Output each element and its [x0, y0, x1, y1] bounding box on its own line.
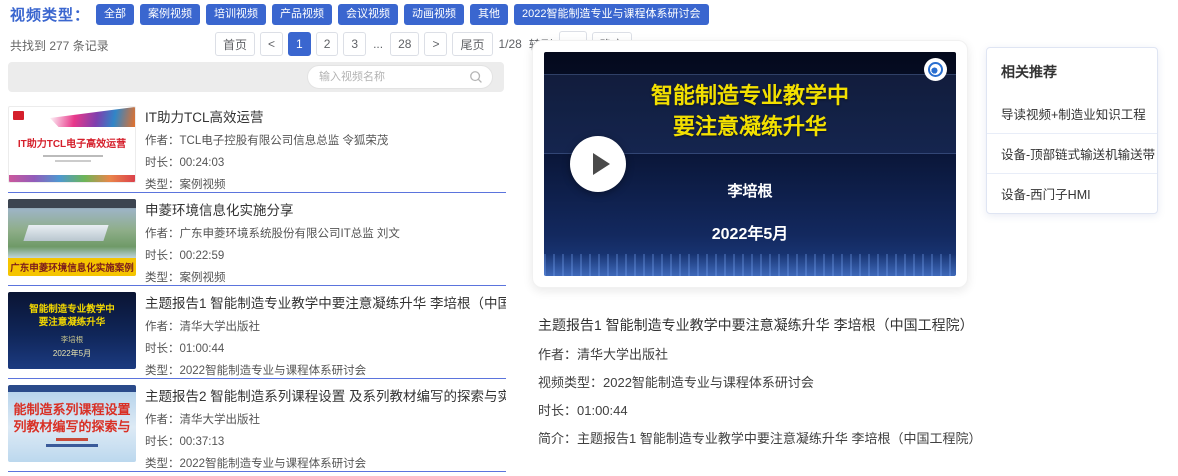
- thumbnail-title-text: IT助力TCL电子高效运营: [9, 135, 135, 150]
- thumbnail-subtext-bar: [46, 444, 98, 447]
- thumbnail-title-line1: 智能制造专业教学中: [8, 301, 136, 315]
- slide-logo-icon: [924, 58, 947, 81]
- video-type-filter-bar: 视频类型： 全部 案例视频 培训视频 产品视频 会议视频 动画视频 其他 202…: [10, 4, 709, 25]
- thumbnail-color-splash: [50, 107, 135, 127]
- pagination-page-1[interactable]: 1: [288, 32, 311, 56]
- thumbnail-subtext-bar: [55, 160, 91, 162]
- video-info: 申菱环境信息化实施分享 作者：广东申菱环境系统股份有限公司IT总监 刘文 时长：…: [145, 196, 506, 285]
- thumbnail-title-line2: 列教材编写的探索与: [8, 416, 136, 435]
- filter-other-button[interactable]: 其他: [470, 4, 508, 24]
- video-player-card: 智能制造专业教学中 要注意凝练升华 李培根 2022年5月: [532, 40, 968, 288]
- video-author: 作者：TCL电子控股有限公司信息总监 令狐荣茂: [145, 135, 506, 148]
- slide-date: 2022年5月: [544, 220, 956, 244]
- filter-2022-seminar-button[interactable]: 2022智能制造专业与课程体系研讨会: [514, 4, 708, 24]
- related-item-link[interactable]: 导读视频+制造业知识工程: [987, 94, 1157, 133]
- video-thumbnail[interactable]: 能制造系列课程设置 列教材编写的探索与: [8, 385, 136, 462]
- result-count: 共找到 277 条记录: [10, 37, 109, 54]
- filter-conference-video-button[interactable]: 会议视频: [338, 4, 398, 24]
- detail-author: 作者：清华大学出版社: [538, 344, 668, 363]
- pagination-prev-button[interactable]: <: [260, 32, 283, 56]
- detail-title: 主题报告1 智能制造专业教学中要注意凝练升华 李培根（中国工程院）: [538, 315, 974, 335]
- video-title-link[interactable]: 申菱环境信息化实施分享: [145, 199, 506, 219]
- thumbnail-banner-text: 广东申菱环境信息化实施案例: [10, 260, 134, 274]
- video-thumbnail[interactable]: 广东申菱环境信息化实施案例: [8, 199, 136, 276]
- video-thumbnail[interactable]: 智能制造专业教学中 要注意凝练升华 李培根 2022年5月: [8, 292, 136, 369]
- video-info: 主题报告1 智能制造专业教学中要注意凝练升华 李培根（中国工程院） 作者：清华大…: [145, 289, 506, 378]
- video-type-label: 视频类型：: [10, 4, 90, 25]
- detail-video-type: 视频类型：2022智能制造专业与课程体系研讨会: [538, 372, 814, 391]
- pagination-next-button[interactable]: >: [424, 32, 447, 56]
- pagination-first-button[interactable]: 首页: [215, 32, 255, 56]
- video-list-item: 能制造系列课程设置 列教材编写的探索与 主题报告2 智能制造系列课程设置 及系列…: [8, 382, 506, 474]
- pagination-page-28[interactable]: 28: [390, 32, 419, 56]
- list-divider: [8, 378, 506, 379]
- video-title-link[interactable]: 主题报告2 智能制造系列课程设置 及系列教材编写的探索与实践 吴...: [145, 385, 506, 405]
- video-duration: 时长：00:22:59: [145, 250, 506, 263]
- video-player[interactable]: 智能制造专业教学中 要注意凝练升华 李培根 2022年5月: [544, 52, 956, 276]
- video-duration: 时长：01:00:44: [145, 343, 506, 356]
- video-duration: 时长：00:37:13: [145, 436, 506, 449]
- video-list-item: 广东申菱环境信息化实施案例 申菱环境信息化实施分享 作者：广东申菱环境系统股份有…: [8, 196, 506, 288]
- tcl-logo-mark: [13, 111, 24, 120]
- video-info: 主题报告2 智能制造系列课程设置 及系列教材编写的探索与实践 吴... 作者：清…: [145, 382, 506, 471]
- video-duration: 时长：00:24:03: [145, 157, 506, 170]
- video-title-link[interactable]: IT助力TCL高效运营: [145, 106, 506, 126]
- filter-case-video-button[interactable]: 案例视频: [140, 4, 200, 24]
- thumbnail-date: 2022年5月: [8, 348, 136, 359]
- page: 视频类型： 全部 案例视频 培训视频 产品视频 会议视频 动画视频 其他 202…: [0, 0, 1178, 476]
- thumbnail-speaker: 李培根: [8, 334, 136, 345]
- search-input[interactable]: [317, 70, 469, 84]
- list-divider: [8, 471, 506, 472]
- thumbnail-subtext-bar: [43, 155, 103, 157]
- thumbnail-building-shape: [23, 225, 108, 241]
- list-divider: [8, 285, 506, 286]
- thumbnail-title-line2: 要注意凝练升华: [8, 314, 136, 328]
- search-icon[interactable]: [469, 70, 483, 84]
- video-info: IT助力TCL高效运营 作者：TCL电子控股有限公司信息总监 令狐荣茂 时长：0…: [145, 103, 506, 192]
- pagination-page-3[interactable]: 3: [343, 32, 366, 56]
- thumbnail-subtext-bar: [56, 438, 88, 441]
- video-thumbnail[interactable]: IT助力TCL电子高效运营: [8, 106, 136, 183]
- slide-title-line1: 智能制造专业教学中: [544, 80, 956, 111]
- video-type: 类型：2022智能制造专业与课程体系研讨会: [145, 458, 506, 471]
- video-author: 作者：广东申菱环境系统股份有限公司IT总监 刘文: [145, 228, 506, 241]
- video-author: 作者：清华大学出版社: [145, 321, 506, 334]
- filter-animation-video-button[interactable]: 动画视频: [404, 4, 464, 24]
- video-type: 类型：案例视频: [145, 179, 506, 192]
- slide-logo-emblem: [928, 62, 943, 77]
- pagination-ratio: 1/28: [498, 37, 523, 51]
- slide-title: 智能制造专业教学中 要注意凝练升华: [544, 80, 956, 142]
- video-list-item: IT助力TCL电子高效运营 IT助力TCL高效运营 作者：TCL电子控股有限公司…: [8, 103, 506, 195]
- video-list-item: 智能制造专业教学中 要注意凝练升华 李培根 2022年5月 主题报告1 智能制造…: [8, 289, 506, 381]
- search-toolbar: [8, 62, 504, 92]
- related-item-link[interactable]: 设备-西门子HMI: [987, 173, 1157, 213]
- thumbnail-color-strip: [9, 175, 135, 182]
- slide-floor-texture: [544, 254, 956, 276]
- filter-all-button[interactable]: 全部: [96, 4, 134, 24]
- related-item-link[interactable]: 设备-顶部链式输送机输送带: [987, 133, 1157, 173]
- pagination-page-2[interactable]: 2: [316, 32, 339, 56]
- filter-training-video-button[interactable]: 培训视频: [206, 4, 266, 24]
- play-icon: [593, 153, 610, 175]
- video-type: 类型：2022智能制造专业与课程体系研讨会: [145, 365, 506, 378]
- video-author: 作者：清华大学出版社: [145, 414, 506, 427]
- pagination-ellipsis: ...: [371, 32, 385, 56]
- play-button[interactable]: [570, 136, 626, 192]
- thumbnail-banner: 广东申菱环境信息化实施案例: [8, 258, 136, 276]
- search-box: [307, 65, 493, 89]
- related-title: 相关推荐: [987, 48, 1157, 94]
- related-recommendations-card: 相关推荐 导读视频+制造业知识工程 设备-顶部链式输送机输送带 设备-西门子HM…: [986, 47, 1158, 214]
- list-divider: [8, 192, 506, 193]
- pagination-last-button[interactable]: 尾页: [452, 32, 492, 56]
- detail-intro: 简介：主题报告1 智能制造专业教学中要注意凝练升华 李培根（中国工程院）: [538, 428, 981, 447]
- filter-product-video-button[interactable]: 产品视频: [272, 4, 332, 24]
- video-type: 类型：案例视频: [145, 272, 506, 285]
- detail-duration: 时长：01:00:44: [538, 400, 628, 419]
- thumbnail-header-bar: [8, 199, 136, 208]
- video-title-link[interactable]: 主题报告1 智能制造专业教学中要注意凝练升华 李培根（中国工程院）: [145, 292, 506, 312]
